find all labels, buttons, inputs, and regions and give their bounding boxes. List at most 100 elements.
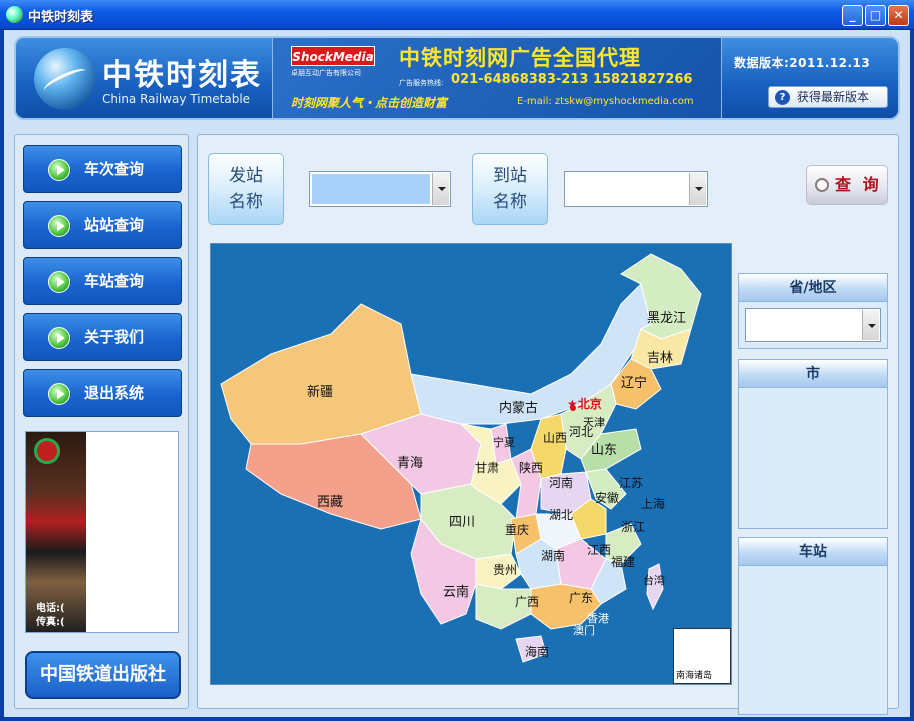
promo-panel[interactable]: 电话:( 传真:(: [25, 431, 179, 633]
ad-hotline-label: 广告服务热线:: [399, 79, 444, 87]
map-label-anhui: 安徽: [595, 490, 619, 505]
query-button-label: 查 询: [835, 175, 882, 194]
play-icon: [48, 271, 70, 293]
promo-fax: 传真:(: [36, 617, 65, 628]
app-window: 中铁时刻表 _ □ ✕ 中铁时刻表 China Railway Timetabl…: [0, 0, 914, 721]
globe-logo-icon: [34, 48, 96, 110]
client-area: 中铁时刻表 China Railway Timetable ShockMedia…: [4, 30, 910, 717]
map-label-sichuan: 四川: [449, 515, 475, 530]
promo-contact: 电话:( 传真:(: [36, 602, 65, 630]
map-label-hunan: 湖南: [541, 548, 565, 563]
ad-slogan: 时刻网聚人气・点击创造财富: [291, 96, 448, 110]
map-graphic: 新疆 西藏 青海 内蒙古 黑龙江 吉林 辽宁 河北 天津 山西 山东 宁夏 甘肃…: [220, 253, 702, 663]
nav-station-query[interactable]: 车站查询: [23, 257, 182, 305]
chevron-down-icon[interactable]: [862, 310, 879, 340]
nav-label: 车次查询: [84, 160, 145, 178]
map-label-ningxia: 宁夏: [493, 435, 515, 449]
ad-company: 卓朋互动广告有限公司: [291, 69, 361, 77]
map-label-taiwan: 台湾: [643, 573, 665, 587]
to-label-line2: 名称: [493, 192, 527, 212]
to-station-label[interactable]: 到站 名称: [472, 153, 548, 225]
province-select[interactable]: [745, 308, 881, 342]
query-button[interactable]: 查 询: [806, 165, 888, 205]
south-china-sea-inset: 南海诸岛: [673, 628, 731, 684]
title-bar[interactable]: 中铁时刻表 _ □ ✕: [0, 0, 914, 30]
app-icon: [6, 6, 23, 23]
play-icon: [48, 159, 70, 181]
update-button-label: 获得最新版本: [797, 90, 870, 104]
map-label-neimenggu: 内蒙古: [499, 400, 538, 416]
play-icon: [48, 383, 70, 405]
map-label-shaanxi: 陕西: [519, 460, 543, 475]
chevron-down-icon[interactable]: [689, 173, 706, 205]
from-station-label[interactable]: 发站 名称: [208, 153, 284, 225]
inset-label: 南海诸岛: [676, 671, 713, 681]
map-label-shandong: 山东: [591, 443, 617, 458]
nav-about[interactable]: 关于我们: [23, 313, 182, 361]
map-label-yunnan: 云南: [443, 584, 469, 600]
map-label-qinghai: 青海: [397, 456, 423, 471]
data-version: 数据版本:2011.12.13: [734, 56, 871, 70]
window-title: 中铁时刻表: [28, 10, 94, 25]
from-label-line2: 名称: [229, 192, 263, 212]
from-station-select[interactable]: [309, 171, 451, 207]
map-label-zhejiang: 浙江: [621, 520, 645, 534]
publisher-button[interactable]: 中国铁道出版社: [25, 651, 181, 699]
app-header: 中铁时刻表 China Railway Timetable ShockMedia…: [14, 36, 900, 120]
map-label-chongqing: 重庆: [505, 523, 529, 537]
ad-title: 中铁时刻网广告全国代理: [399, 46, 641, 70]
map-label-gansu: 甘肃: [475, 461, 499, 475]
nav-label: 车站查询: [84, 272, 145, 290]
province-xinjiang: [220, 303, 422, 445]
map-label-heilongjiang: 黑龙江: [647, 311, 686, 326]
map-label-xinjiang: 新疆: [307, 384, 333, 400]
ad-phone: 021-64868383-213 15821827266: [451, 72, 693, 87]
map-label-tianjin: 天津: [583, 416, 605, 429]
city-label: 市: [739, 360, 887, 388]
chevron-down-icon[interactable]: [432, 173, 449, 205]
map-label-jiangsu: 江苏: [619, 476, 643, 490]
minimize-button[interactable]: _: [842, 5, 863, 26]
promo-phone: 电话:(: [36, 603, 65, 614]
to-label-line1: 到站: [493, 166, 527, 186]
ad-email: E-mail: ztskw@myshockmedia.com: [517, 96, 694, 107]
nav-label: 退出系统: [84, 384, 145, 402]
clock-icon: [815, 178, 829, 192]
brand-title: 中铁时刻表: [102, 58, 262, 93]
map-label-jilin: 吉林: [647, 351, 673, 366]
update-button[interactable]: ? 获得最新版本: [768, 86, 888, 108]
map-label-shanxi: 山西: [543, 431, 567, 445]
help-icon: ?: [775, 90, 790, 105]
to-station-select[interactable]: [564, 171, 708, 207]
city-list-box[interactable]: 市: [738, 359, 888, 529]
station-label: 车站: [739, 538, 887, 566]
map-label-henan: 河南: [549, 475, 573, 490]
to-station-value: [567, 174, 687, 204]
play-icon: [48, 327, 70, 349]
close-button[interactable]: ✕: [888, 5, 909, 26]
nav-label: 关于我们: [84, 328, 145, 346]
from-station-value: [312, 174, 430, 204]
map-label-liaoning: 辽宁: [621, 375, 647, 391]
map-label-jiangxi: 江西: [587, 543, 611, 557]
map-label-guangxi: 广西: [515, 595, 539, 609]
brand-subtitle: China Railway Timetable: [102, 92, 251, 106]
china-map[interactable]: 新疆 西藏 青海 内蒙古 黑龙江 吉林 辽宁 河北 天津 山西 山东 宁夏 甘肃…: [210, 243, 732, 685]
map-label-xizang: 西藏: [317, 495, 343, 510]
map-label-fujian: 福建: [611, 554, 635, 569]
ad-logo: ShockMedia: [291, 46, 375, 66]
main-panel: 发站 名称 到站 名称 查 询 新疆 西藏 青海 内蒙古 黑龙江 吉林 辽宁 河…: [197, 134, 899, 715]
nav-exit[interactable]: 退出系统: [23, 369, 182, 417]
ad-banner[interactable]: ShockMedia 卓朋互动广告有限公司 中铁时刻网广告全国代理 广告服务热线…: [272, 38, 722, 118]
map-label-hubei: 湖北: [549, 507, 573, 522]
railway-logo-icon: [34, 438, 60, 464]
station-list-box[interactable]: 车站: [738, 537, 888, 715]
nav-train-query[interactable]: 车次查询: [23, 145, 182, 193]
from-label-line1: 发站: [229, 166, 263, 186]
map-label-guizhou: 贵州: [493, 563, 517, 577]
map-label-hainan: 海南: [525, 644, 549, 659]
nav-station-to-station[interactable]: 站站查询: [23, 201, 182, 249]
map-label-guangdong: 广东: [569, 591, 593, 605]
maximize-button[interactable]: □: [865, 5, 886, 26]
map-label-beijing: ★北京: [567, 396, 602, 411]
